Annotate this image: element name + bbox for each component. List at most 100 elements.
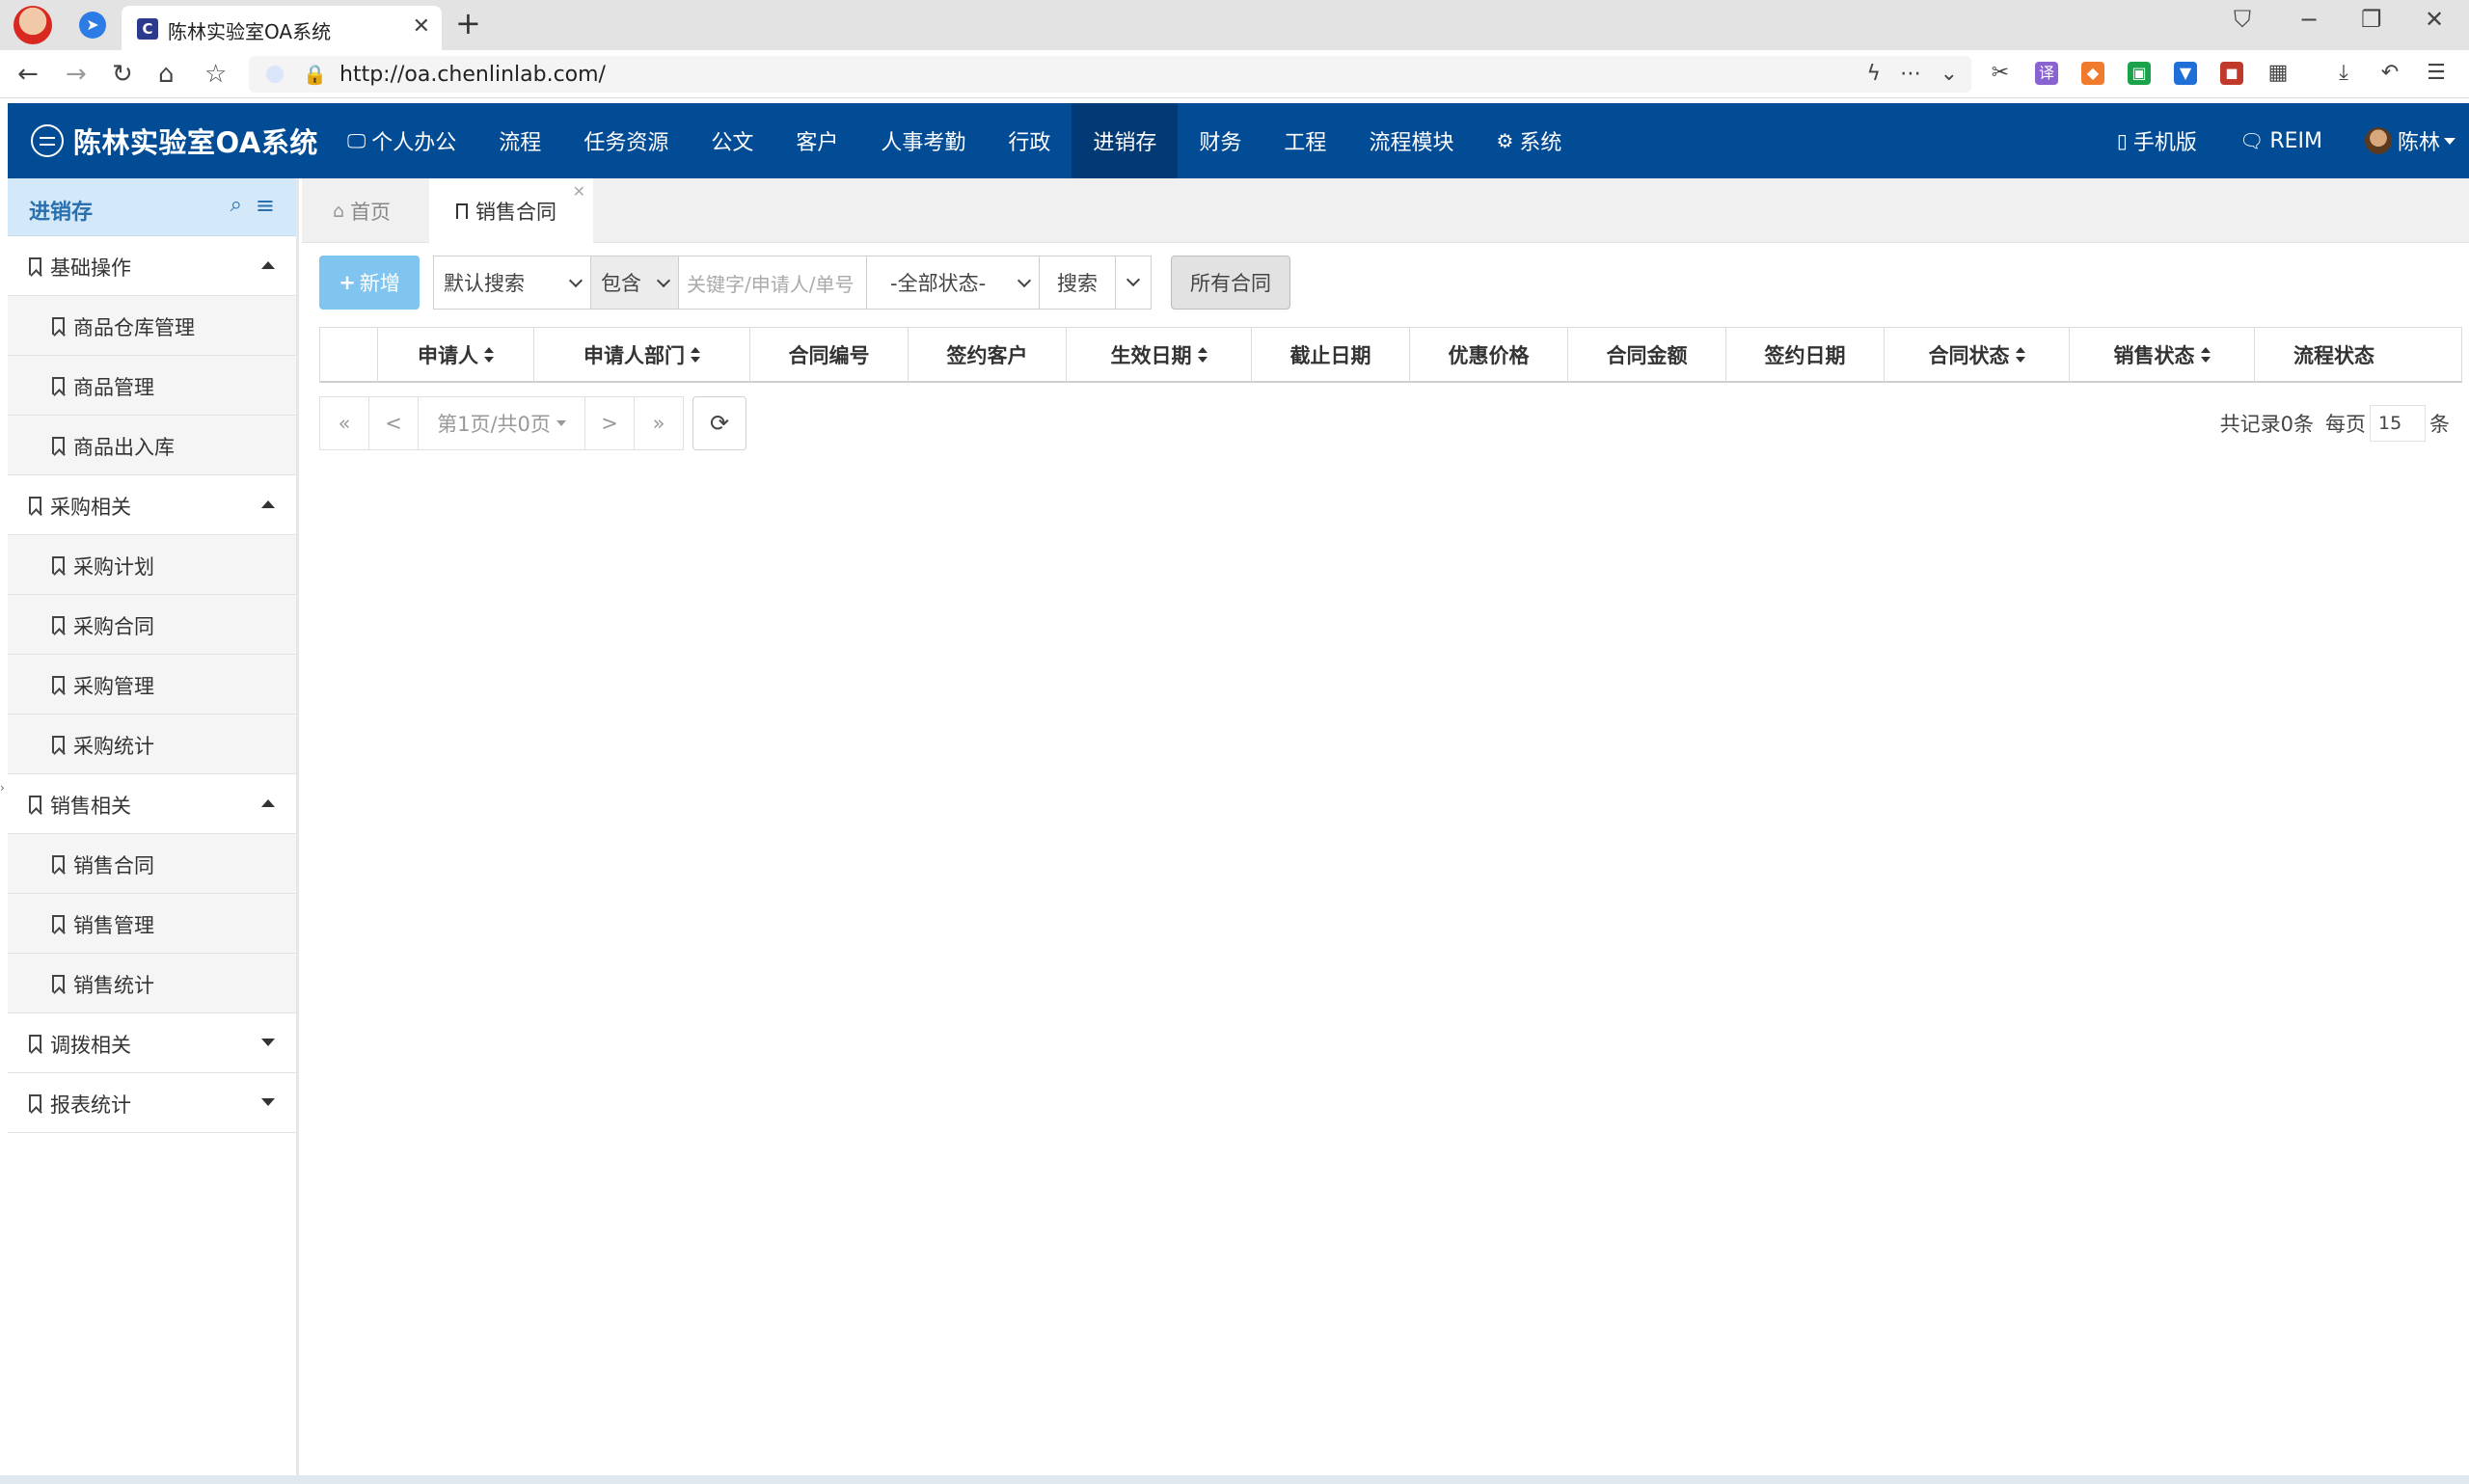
reim-link[interactable]: 🗨 REIM — [2218, 103, 2344, 178]
column-contract-number[interactable]: 合同编号 — [750, 328, 909, 382]
sort-icon — [1197, 347, 1207, 363]
table-select-column[interactable] — [320, 328, 378, 382]
keyword-search-input[interactable]: 关键字/申请人/单号 — [678, 256, 867, 310]
sidebar-item-purchase-contract[interactable]: 采购合同 — [8, 595, 296, 655]
mobile-version-link[interactable]: ▯ 手机版 — [2096, 103, 2218, 178]
apps-grid-icon[interactable]: ▦ — [2266, 62, 2290, 85]
column-signing-date[interactable]: 签约日期 — [1726, 328, 1885, 382]
sidebar-group-basic-ops[interactable]: 基础操作 — [8, 236, 296, 296]
browser-tab-title: 陈林实验室OA系统 — [168, 20, 332, 43]
sidebar-group-transfers[interactable]: 调拨相关 — [8, 1013, 296, 1073]
nav-engineering[interactable]: 工程 — [1262, 103, 1347, 178]
reload-icon[interactable]: ↻ — [112, 60, 133, 89]
nav-documents[interactable]: 公文 — [690, 103, 774, 178]
sidebar-item-products[interactable]: 商品管理 — [8, 356, 296, 416]
nav-personal-office[interactable]: 🖵 个人办公 — [326, 103, 477, 178]
list-menu-icon[interactable]: ≡ — [256, 192, 275, 219]
column-discount-price[interactable]: 优惠价格 — [1410, 328, 1568, 382]
page-size-input[interactable]: 15 — [2370, 405, 2426, 442]
translate-icon[interactable]: 译 — [2035, 62, 2058, 85]
game-icon[interactable]: ◆ — [2081, 62, 2104, 85]
all-contracts-button[interactable]: 所有合同 — [1171, 256, 1290, 310]
last-page-button[interactable]: » — [634, 396, 684, 450]
sidebar-item-sales-contract[interactable]: 销售合同 — [8, 834, 296, 894]
column-end-date[interactable]: 截止日期 — [1252, 328, 1410, 382]
chat-logo-icon — [31, 124, 64, 157]
sidebar-toggle-icon[interactable]: › — [0, 781, 5, 795]
column-sales-status[interactable]: 销售状态 — [2070, 328, 2255, 382]
sidebar-group-purchasing[interactable]: 采购相关 — [8, 475, 296, 535]
scissors-icon[interactable]: ✂ — [1989, 62, 2012, 85]
download-ext-icon[interactable]: ▼ — [2174, 62, 2197, 85]
column-flow-status[interactable]: 流程状态 — [2255, 328, 2413, 382]
column-applicant-dept[interactable]: 申请人部门 — [534, 328, 750, 382]
column-applicant[interactable]: 申请人 — [378, 328, 534, 382]
tab-close-icon[interactable]: ✕ — [573, 182, 585, 201]
search-options-button[interactable] — [1115, 256, 1152, 310]
nav-inventory[interactable]: 进销存 — [1072, 103, 1179, 178]
nav-administration[interactable]: 行政 — [987, 103, 1072, 178]
add-button[interactable]: + 新增 — [319, 256, 420, 310]
back-icon[interactable]: ← — [17, 60, 39, 89]
prev-page-button[interactable]: < — [368, 396, 419, 450]
browser-tab-active[interactable]: C 陈林实验室OA系统 ✕ — [122, 6, 442, 50]
user-avatar — [2364, 127, 2392, 154]
insecure-lock-icon[interactable]: 🔒 — [303, 63, 327, 86]
red-ext-icon[interactable]: ◼ — [2220, 62, 2243, 85]
reader-icon[interactable]: ▣ — [2128, 62, 2151, 85]
sidebar-item-sales-management[interactable]: 销售管理 — [8, 894, 296, 954]
search-icon[interactable]: ⌕ — [231, 193, 242, 217]
sidebar-item-sales-stats[interactable]: 销售统计 — [8, 954, 296, 1013]
window-close-icon[interactable]: ✕ — [2425, 6, 2444, 33]
forward-icon[interactable]: → — [66, 60, 87, 89]
search-button[interactable]: 搜索 — [1039, 256, 1116, 310]
sidebar-item-purchase-stats[interactable]: 采购统计 — [8, 715, 296, 774]
status-filter-select[interactable]: -全部状态- — [866, 256, 1040, 310]
more-icon[interactable]: ⋯ — [1900, 62, 1921, 86]
nav-workflow[interactable]: 流程 — [477, 103, 562, 178]
column-effective-date[interactable]: 生效日期 — [1067, 328, 1252, 382]
first-page-button[interactable]: « — [319, 396, 369, 450]
downloads-icon[interactable]: ⤓ — [2332, 62, 2355, 85]
sidebar-item-stock-in-out[interactable]: 商品出入库 — [8, 416, 296, 475]
chat-bubbles-icon: 🗨 — [2238, 129, 2265, 152]
match-mode-select[interactable]: 包含 — [590, 256, 679, 310]
nav-finance[interactable]: 财务 — [1178, 103, 1262, 178]
home-icon[interactable]: ⌂ — [158, 60, 175, 89]
favorites-icon[interactable]: ☆ — [204, 60, 227, 89]
profile-avatar-icon[interactable] — [14, 6, 52, 44]
nav-hr-attendance[interactable]: 人事考勤 — [859, 103, 987, 178]
column-customer[interactable]: 签约客户 — [909, 328, 1067, 382]
undo-icon[interactable]: ↶ — [2378, 62, 2401, 85]
new-tab-icon[interactable]: + — [455, 8, 481, 39]
refresh-icon[interactable]: ⟳ — [692, 396, 746, 450]
page-select[interactable]: 第1页/共0页 — [418, 396, 585, 450]
tab-sales-contract[interactable]: 销售合同 ✕ — [429, 178, 593, 243]
nav-system[interactable]: ⚙ 系统 — [1475, 103, 1583, 178]
sidebar-item-warehouse[interactable]: 商品仓库管理 — [8, 296, 296, 356]
nav-customers[interactable]: 客户 — [774, 103, 859, 178]
nav-task-resources[interactable]: 任务资源 — [562, 103, 690, 178]
app-logo[interactable]: 陈林实验室OA系统 — [31, 122, 318, 159]
browser-menu-icon[interactable]: ☰ — [2425, 62, 2448, 85]
tab-home[interactable]: ⌂ 首页 — [302, 178, 429, 243]
search-mode-select[interactable]: 默认搜索 — [433, 256, 591, 310]
user-menu[interactable]: 陈林 — [2344, 103, 2469, 178]
restore-icon[interactable]: ❐ — [2361, 6, 2382, 33]
minimize-icon[interactable]: − — [2299, 6, 2319, 33]
tab-close-icon[interactable]: ✕ — [413, 14, 430, 39]
column-contract-status[interactable]: 合同状态 — [1885, 328, 2070, 382]
bookmark-icon — [52, 317, 65, 335]
sidebar-group-sales[interactable]: 销售相关 — [8, 774, 296, 834]
next-page-button[interactable]: > — [584, 396, 635, 450]
tshirt-skin-icon[interactable]: ⛉ — [2234, 6, 2251, 33]
dropdown-chevron-icon[interactable]: ⌄ — [1940, 62, 1958, 86]
sidebar-group-reports[interactable]: 报表统计 — [8, 1073, 296, 1133]
sidebar-item-purchase-management[interactable]: 采购管理 — [8, 655, 296, 715]
nav-flow-modules[interactable]: 流程模块 — [1347, 103, 1475, 178]
lightning-icon[interactable]: ϟ — [1866, 62, 1881, 86]
column-contract-amount[interactable]: 合同金额 — [1568, 328, 1726, 382]
sidebar-item-purchase-plan[interactable]: 采购计划 — [8, 535, 296, 595]
pinned-tab-icon[interactable]: ➤ — [79, 12, 106, 39]
url-field[interactable]: 🔒 http://oa.chenlinlab.com/ ϟ ⋯ ⌄ — [249, 56, 1971, 93]
